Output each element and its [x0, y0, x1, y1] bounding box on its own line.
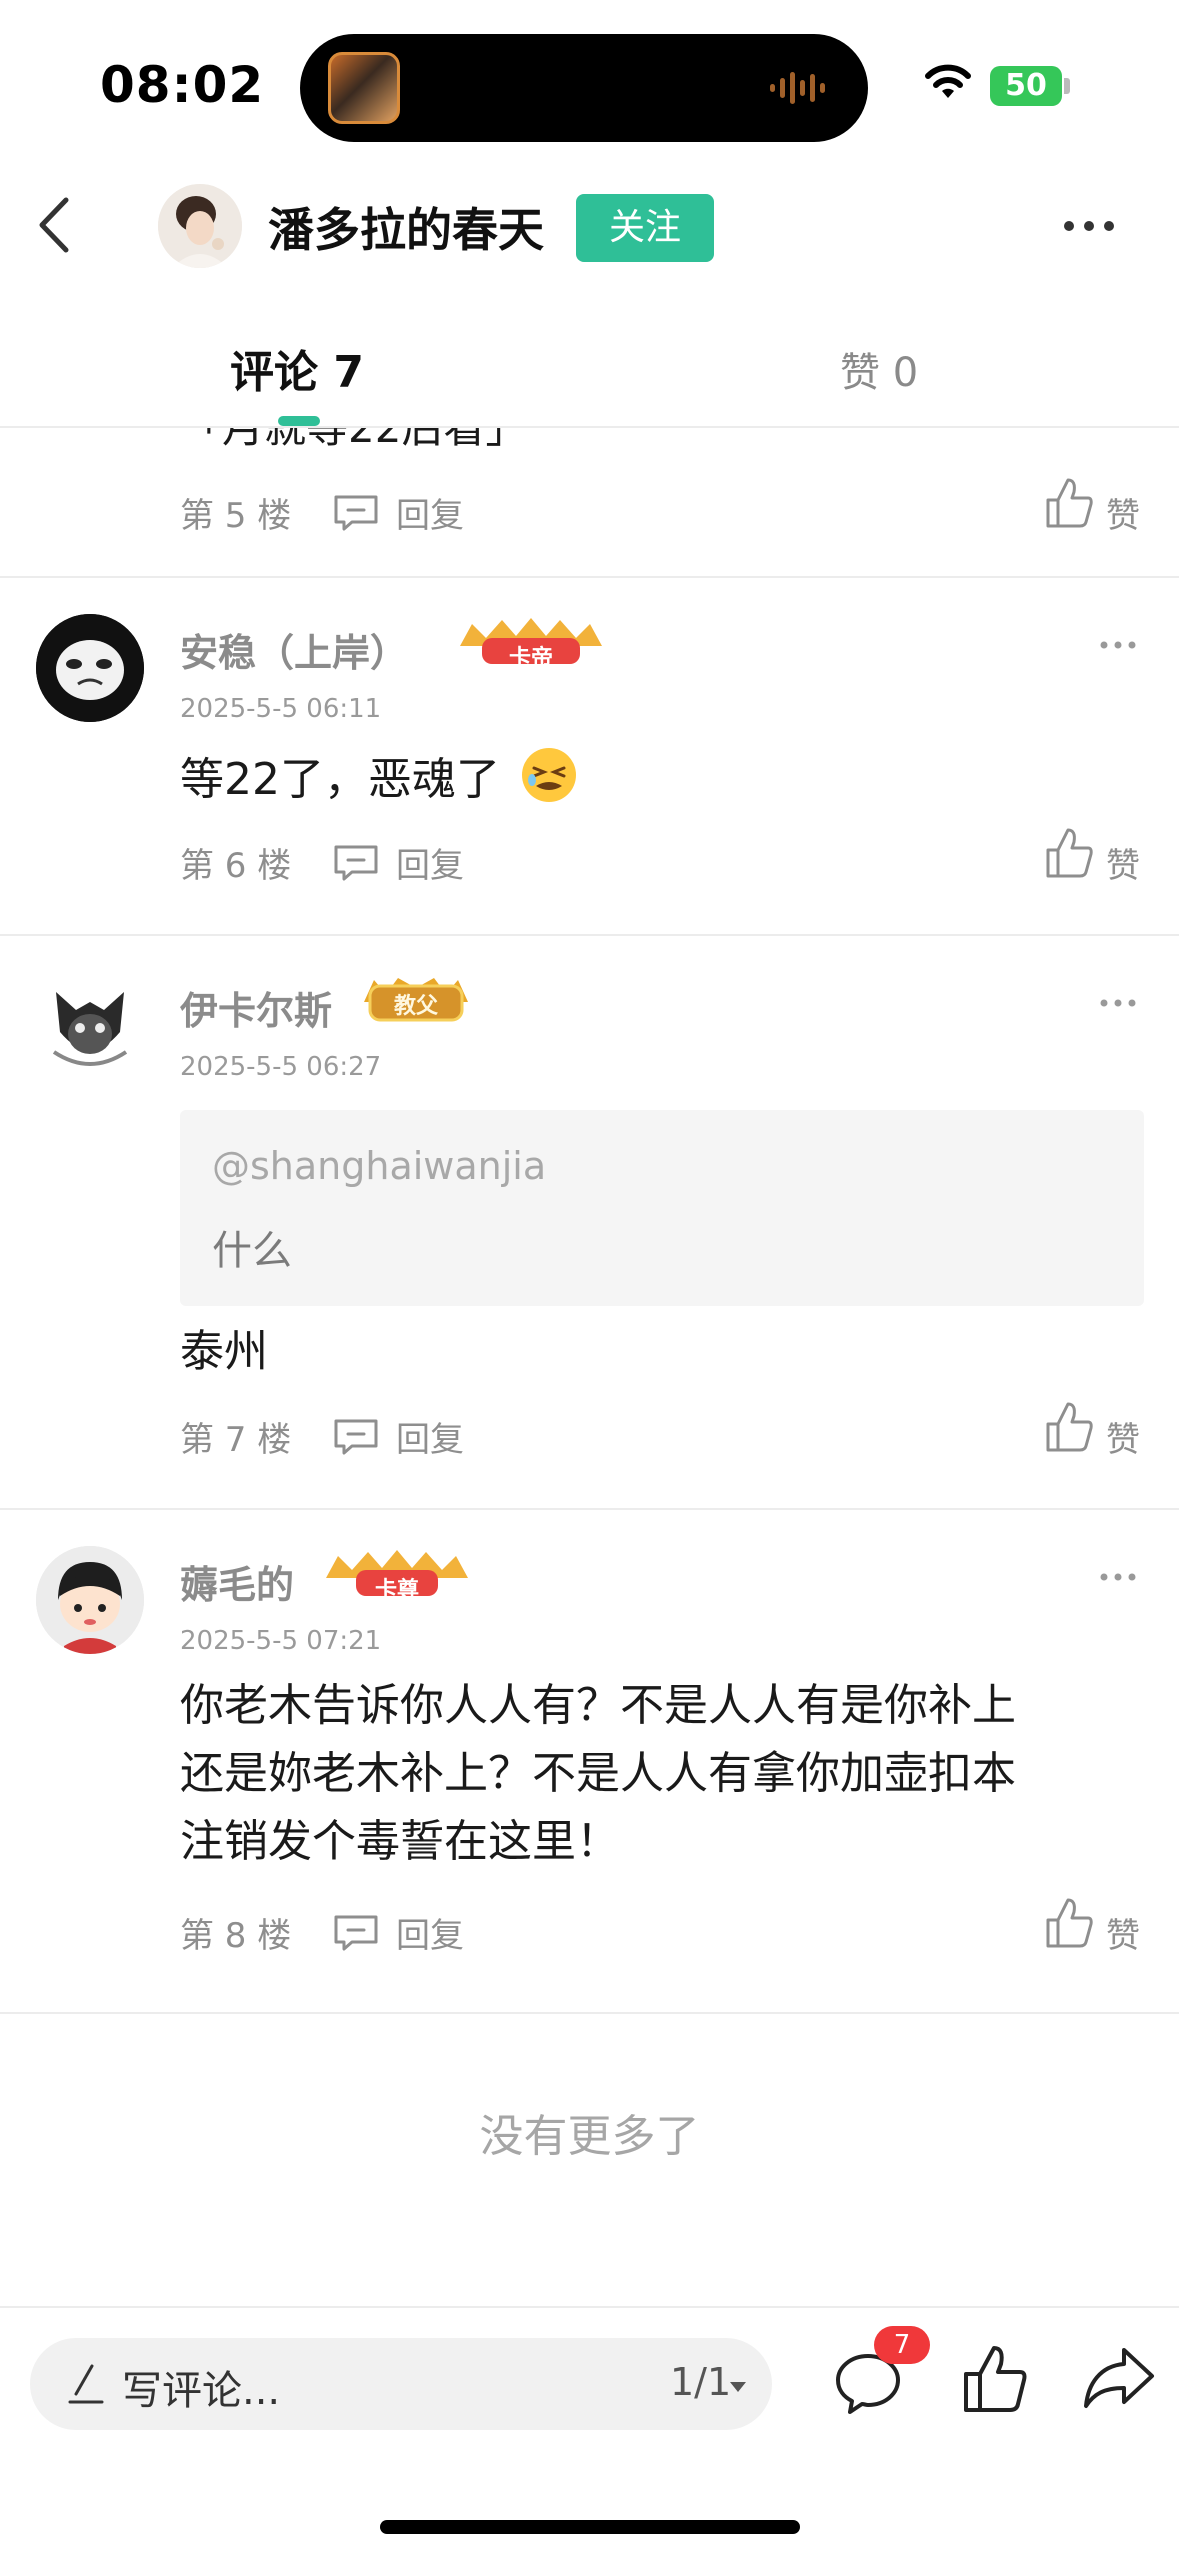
commenter-name[interactable]: 伊卡尔斯	[180, 980, 332, 1035]
back-arrow-icon[interactable]	[30, 190, 90, 260]
like-button[interactable]: 赞	[1044, 1400, 1144, 1460]
comment-time: 2025-5-5 07:21	[180, 1626, 382, 1656]
like-label: 赞	[1106, 496, 1140, 536]
avatar-image	[36, 972, 144, 1080]
page-selector[interactable]: 1/1	[670, 2360, 731, 2404]
comment-more-icon[interactable]	[1100, 640, 1136, 650]
reply-icon	[334, 1419, 378, 1455]
comment-content: 泰州	[180, 1326, 268, 1377]
comment-time: 2025-5-5 06:27	[180, 1052, 382, 1082]
floor-number: 第 6 楼	[180, 846, 292, 886]
comment-actions: 第 5 楼 回复 赞	[0, 474, 1179, 546]
reply-icon	[334, 845, 378, 881]
battery-indicator: 50	[990, 66, 1070, 106]
quoted-user: @shanghaiwanjia	[212, 1144, 547, 1188]
thumbs-up-icon[interactable]	[960, 2342, 1028, 2416]
commenter-avatar[interactable]	[36, 1546, 144, 1654]
rank-badge: 教父	[362, 974, 470, 1024]
floor-number: 第 7 楼	[180, 1420, 292, 1460]
reply-label: 回复	[396, 1916, 464, 1956]
floor-number: 第 8 楼	[180, 1916, 292, 1956]
thumbs-up-icon	[1046, 1402, 1093, 1452]
comment-item: 薅毛的 卡尊 2025-5-5 07:21 你老木告诉你人人有？不是人人有是你补…	[0, 1510, 1179, 2014]
thumbs-up-icon	[1046, 828, 1093, 878]
pen-icon	[68, 2364, 104, 2404]
post-header: 潘多拉的春天 关注	[0, 170, 1179, 280]
comment-input[interactable]: 写评论... 1/1	[30, 2338, 772, 2430]
comment-input-placeholder: 写评论...	[122, 2368, 281, 2414]
like-label: 赞	[1106, 1916, 1140, 1956]
floor-number: 第 5 楼	[180, 496, 292, 536]
divider	[0, 2012, 1179, 2014]
thumbs-up-icon	[1046, 478, 1093, 528]
status-time: 08:02	[100, 56, 265, 114]
more-options-icon[interactable]	[1063, 220, 1115, 232]
reply-label: 回复	[396, 846, 464, 886]
rank-badge: 卡帝	[456, 616, 606, 671]
badge-text: 教父	[393, 994, 438, 1019]
comment-text: 等22了，恶魂了	[180, 754, 500, 805]
quoted-text: 什么	[212, 1228, 292, 1274]
caret-down-icon[interactable]	[728, 2380, 748, 2394]
wifi-icon	[925, 64, 971, 98]
comment-actions: 第 8 楼 回复 赞	[0, 1894, 1179, 1966]
emoji-icon	[522, 748, 576, 802]
avatar-image	[36, 614, 144, 722]
comment-content: 你老木告诉你人人有？不是人人有是你补上 还是妳老木补上？不是人人有拿你加壶扣本 …	[180, 1672, 1016, 1876]
quoted-reply[interactable]: @shanghaiwanjia 什么	[180, 1110, 1144, 1306]
now-playing-artwork	[328, 52, 400, 124]
commenter-avatar[interactable]	[36, 972, 144, 1080]
author-avatar-image	[158, 184, 242, 268]
like-label: 赞	[1106, 846, 1140, 886]
commenter-name[interactable]: 安稳（上岸）	[180, 622, 408, 677]
audio-wave-icon	[770, 72, 825, 104]
bottom-action-bar: 写评论... 1/1 7	[0, 2306, 1179, 2556]
comment-list[interactable]: 「月就等22后看」 第 5 楼 回复 赞	[0, 428, 1179, 2308]
comment-time: 2025-5-5 06:11	[180, 694, 382, 724]
tab-comments[interactable]: 评论 7	[230, 336, 364, 400]
active-tab-indicator	[278, 416, 320, 426]
tab-bar: 评论 7 赞 0	[0, 310, 1179, 428]
like-button[interactable]: 赞	[1044, 1896, 1144, 1956]
home-indicator[interactable]	[380, 2520, 800, 2534]
comment-line: 你老木告诉你人人有？不是人人有是你补上	[180, 1680, 1016, 1731]
comment-line: 还是妳老木补上？不是人人有拿你加壶扣本	[180, 1748, 1016, 1799]
comment-more-icon[interactable]	[1100, 1572, 1136, 1582]
badge-text: 卡帝	[508, 646, 553, 671]
comment-actions: 第 7 楼 回复 赞	[0, 1398, 1179, 1470]
author-avatar[interactable]	[158, 184, 242, 268]
like-button[interactable]: 赞	[1044, 476, 1144, 536]
status-bar: 08:02 50	[0, 0, 1179, 160]
badge-text: 卡尊	[374, 1578, 419, 1603]
dynamic-island[interactable]	[300, 34, 868, 142]
comment-actions: 第 6 楼 回复 赞	[0, 824, 1179, 896]
like-button[interactable]: 赞	[1044, 826, 1144, 886]
reply-icon	[334, 1915, 378, 1951]
comment-item: 伊卡尔斯 教父 2025-5-5 06:27 @shanghaiwanjia 什…	[0, 936, 1179, 1508]
avatar-image	[36, 1546, 144, 1654]
share-icon[interactable]	[1082, 2344, 1156, 2412]
battery-percent: 50	[1005, 68, 1047, 103]
battery-cap	[1064, 78, 1070, 94]
comment-item: 安稳（上岸） 卡帝 2025-5-5 06:11 等22了，恶魂了 第 6 楼	[0, 578, 1179, 934]
comment-content: 等22了，恶魂了	[180, 746, 578, 814]
commenter-name[interactable]: 薅毛的	[180, 1554, 294, 1609]
follow-button[interactable]: 关注	[576, 194, 714, 262]
like-label: 赞	[1106, 1420, 1140, 1460]
comment-line: 注销发个毒誓在这里！	[180, 1816, 620, 1867]
author-name[interactable]: 潘多拉的春天	[268, 194, 544, 260]
comment-content-partial: 「月就等22后看」	[180, 428, 527, 462]
commenter-avatar[interactable]	[36, 614, 144, 722]
rank-badge: 卡尊	[322, 1548, 472, 1603]
comment-count-badge: 7	[874, 2326, 930, 2364]
thumbs-up-icon	[1046, 1898, 1093, 1948]
end-of-list-message: 没有更多了	[479, 2111, 700, 2162]
reply-icon	[334, 495, 378, 531]
tab-likes[interactable]: 赞 0	[840, 340, 918, 398]
comment-more-icon[interactable]	[1100, 998, 1136, 1008]
reply-label: 回复	[396, 1420, 464, 1460]
reply-label: 回复	[396, 496, 464, 536]
